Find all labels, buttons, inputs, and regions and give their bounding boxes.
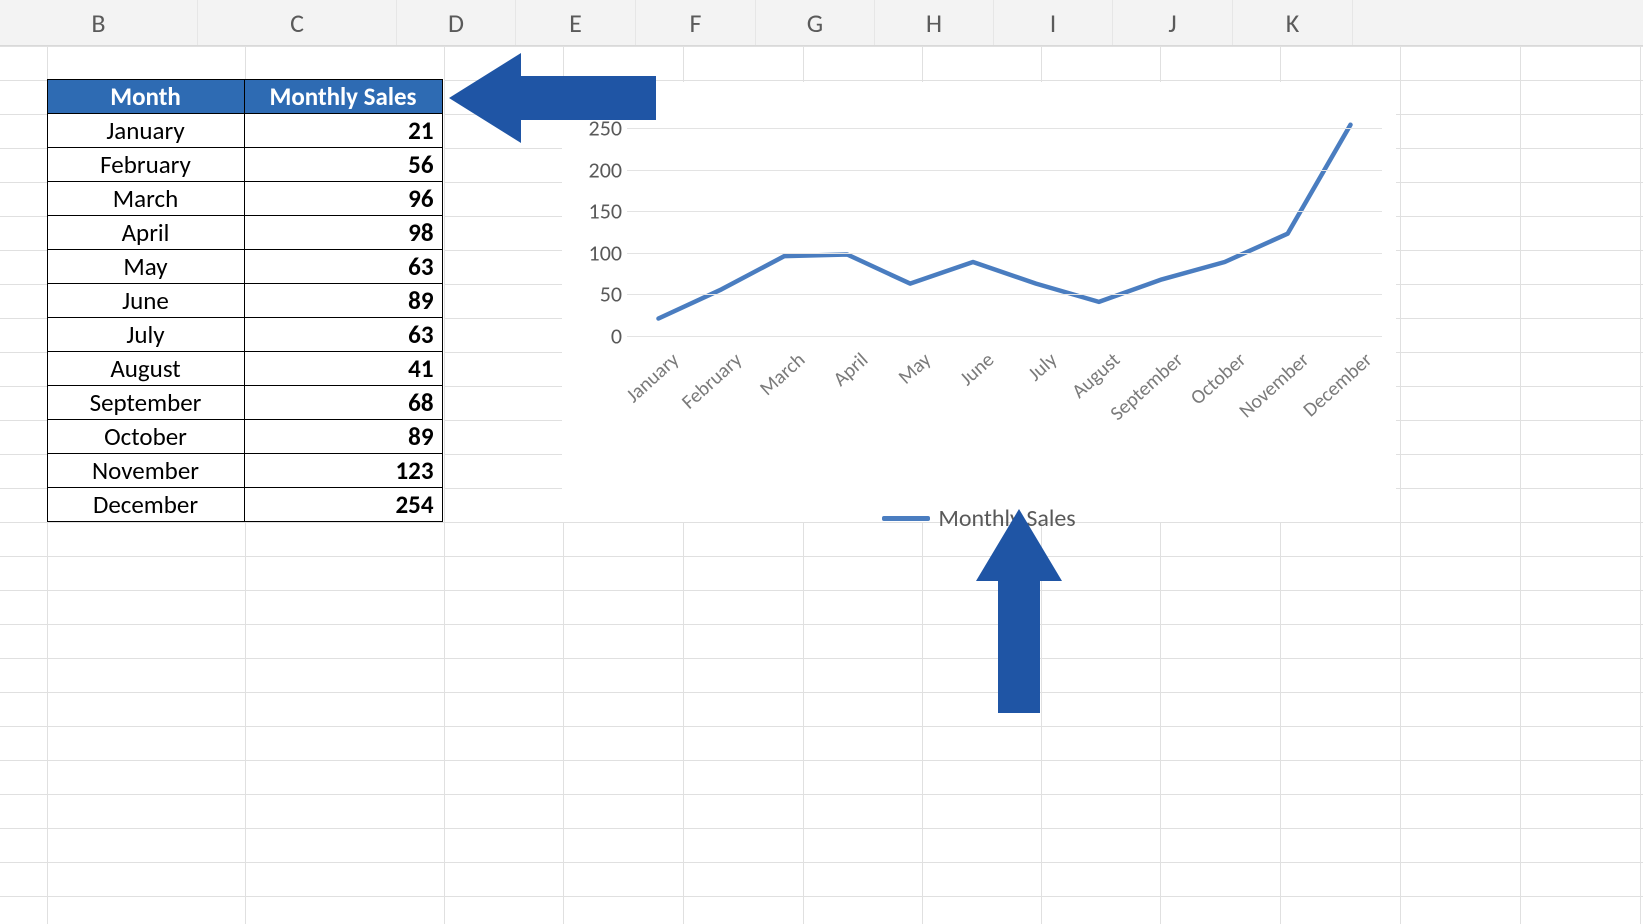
cell-sales[interactable]: 89 [244, 283, 443, 318]
x-tick-label: March [755, 348, 810, 401]
x-tick-label: May [894, 348, 936, 390]
column-header-J[interactable]: J [1113, 0, 1233, 45]
y-tick-label: 250 [567, 115, 622, 142]
y-tick-label: 100 [567, 239, 622, 266]
cell-sales[interactable]: 21 [244, 113, 443, 148]
column-header-F[interactable]: F [636, 0, 756, 45]
cell-month[interactable]: January [47, 113, 245, 148]
table-row[interactable]: January21 [47, 113, 444, 147]
data-table[interactable]: Month Monthly Sales January21February56M… [47, 79, 444, 521]
column-header-C[interactable]: C [198, 0, 397, 45]
column-header-pad [1353, 0, 1643, 45]
y-tick-label: 50 [567, 281, 622, 308]
y-tick-label: 200 [567, 156, 622, 183]
column-header-K[interactable]: K [1233, 0, 1353, 45]
table-row[interactable]: September68 [47, 385, 444, 419]
line-series [627, 128, 1382, 336]
y-tick-label: 150 [567, 198, 622, 225]
cell-month[interactable]: April [47, 215, 245, 250]
cell-sales[interactable]: 98 [244, 215, 443, 250]
plot-area [627, 128, 1382, 336]
x-tick-label: August [1067, 348, 1125, 404]
cell-sales[interactable]: 63 [244, 317, 443, 352]
header-month[interactable]: Month [47, 79, 245, 114]
cell-sales[interactable]: 68 [244, 385, 443, 420]
cell-sales[interactable]: 123 [244, 453, 443, 488]
legend-swatch [882, 516, 930, 521]
arrow-up-icon [976, 509, 1062, 713]
cell-month[interactable]: July [47, 317, 245, 352]
table-row[interactable]: August41 [47, 351, 444, 385]
cell-month[interactable]: August [47, 351, 245, 386]
column-header-D[interactable]: D [397, 0, 516, 45]
x-tick-label: April [829, 348, 873, 391]
cell-month[interactable]: February [47, 147, 245, 182]
column-header-H[interactable]: H [875, 0, 994, 45]
cell-sales[interactable]: 96 [244, 181, 443, 216]
worksheet-grid[interactable]: Month Monthly Sales January21February56M… [0, 46, 1643, 924]
table-row[interactable]: October89 [47, 419, 444, 453]
table-row[interactable]: February56 [47, 147, 444, 181]
table-row[interactable]: April98 [47, 215, 444, 249]
x-tick-label: January [622, 348, 685, 408]
cell-month[interactable]: May [47, 249, 245, 284]
y-tick-label: 0 [567, 323, 622, 350]
cell-sales[interactable]: 89 [244, 419, 443, 454]
chart-object[interactable]: 0 50 100 150 200 250 JanuaryFebruaryMarch Apri… [562, 82, 1396, 522]
column-header-I[interactable]: I [994, 0, 1113, 45]
table-row[interactable]: December254 [47, 487, 444, 521]
cell-sales[interactable]: 254 [244, 487, 443, 522]
table-header-row: Month Monthly Sales [47, 79, 444, 113]
cell-sales[interactable]: 63 [244, 249, 443, 284]
x-tick-label: July [1023, 348, 1062, 386]
header-sales[interactable]: Monthly Sales [244, 79, 443, 114]
column-header-G[interactable]: G [756, 0, 875, 45]
column-header-E[interactable]: E [516, 0, 636, 45]
cell-month[interactable]: September [47, 385, 245, 420]
cell-sales[interactable]: 56 [244, 147, 443, 182]
column-header-B[interactable]: B [0, 0, 198, 45]
cell-month[interactable]: June [47, 283, 245, 318]
cell-month[interactable]: November [47, 453, 245, 488]
cell-month[interactable]: October [47, 419, 245, 454]
legend-label: Monthly Sales [938, 504, 1075, 533]
cell-sales[interactable]: 41 [244, 351, 443, 386]
column-headers: BCDEFGHIJK [0, 0, 1643, 46]
table-row[interactable]: July63 [47, 317, 444, 351]
table-row[interactable]: March96 [47, 181, 444, 215]
cell-month[interactable]: March [47, 181, 245, 216]
table-row[interactable]: November123 [47, 453, 444, 487]
cell-month[interactable]: December [47, 487, 245, 522]
table-row[interactable]: June89 [47, 283, 444, 317]
x-tick-label: February [677, 348, 747, 414]
chart-legend: Monthly Sales [562, 504, 1396, 533]
x-tick-label: June [955, 348, 999, 391]
x-tick-label: December [1298, 348, 1377, 422]
table-row[interactable]: May63 [47, 249, 444, 283]
